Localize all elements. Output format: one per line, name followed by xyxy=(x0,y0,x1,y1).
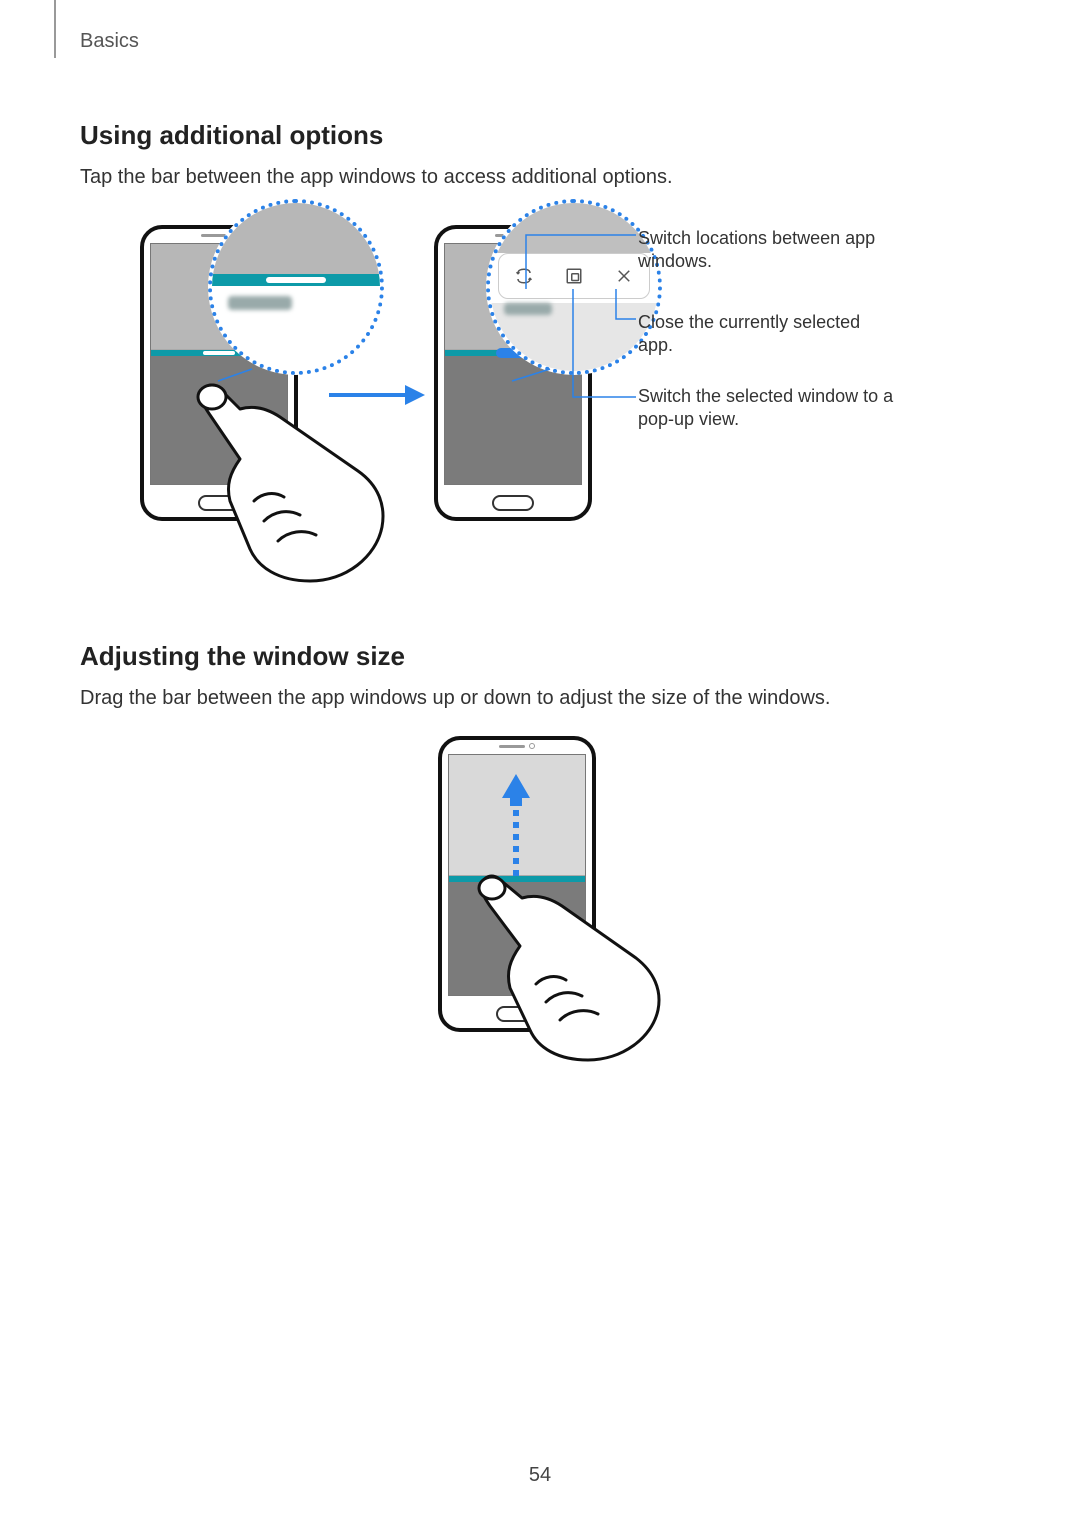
page-number: 54 xyxy=(0,1464,1080,1487)
magnifier-options-bar xyxy=(486,199,662,375)
magnifier-divider-handle xyxy=(208,199,384,375)
hand-dragging-icon xyxy=(458,872,668,1062)
callout-popup-view: Switch the selected window to a pop-up v… xyxy=(638,385,898,432)
close-icon xyxy=(615,267,633,285)
swap-icon xyxy=(515,267,533,285)
manual-page: Basics Using additional options Tap the … xyxy=(0,0,1080,1527)
section-body-adjust-size: Drag the bar between the app windows up … xyxy=(80,684,1000,712)
section-title-additional-options: Using additional options xyxy=(80,120,1000,151)
arrow-up-icon xyxy=(502,774,530,884)
figure-adjust-size xyxy=(80,732,1000,1042)
figure-additional-options: Switch locations between app windows. Cl… xyxy=(80,211,1000,581)
callout-switch-locations: Switch locations between app windows. xyxy=(638,227,898,274)
chapter-label: Basics xyxy=(80,30,139,53)
callout-close-app: Close the currently selected app. xyxy=(638,311,898,358)
section-body-additional-options: Tap the bar between the app windows to a… xyxy=(80,163,1000,191)
section-title-adjust-size: Adjusting the window size xyxy=(80,641,1000,672)
chapter-marker xyxy=(54,0,56,58)
popup-window-icon xyxy=(565,267,583,285)
hand-pointing-icon xyxy=(160,381,390,591)
